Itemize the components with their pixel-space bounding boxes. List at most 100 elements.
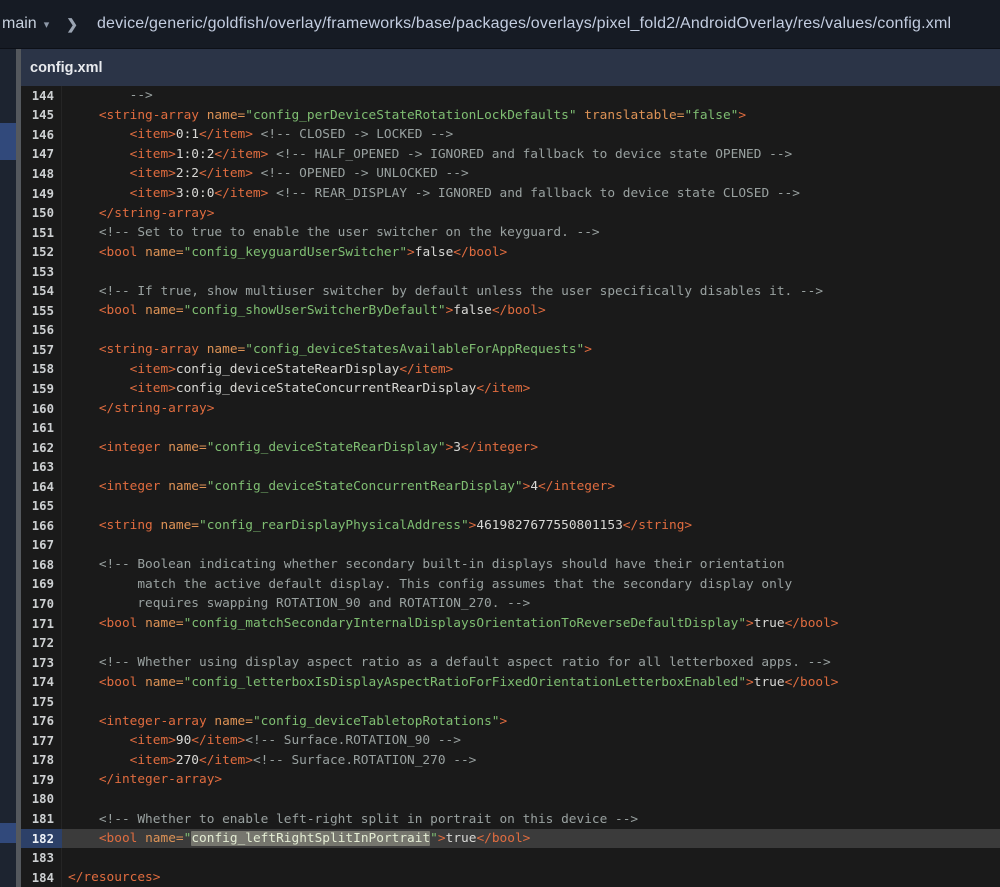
line-number[interactable]: 179 [21,770,62,790]
line-number[interactable]: 167 [21,536,62,556]
code-line: 171 <bool name="config_matchSecondaryInt… [21,614,1000,634]
code-text: <!-- Boolean indicating whether secondar… [62,555,785,575]
line-number[interactable]: 183 [21,848,62,868]
line-number[interactable]: 171 [21,614,62,634]
code-text [62,457,68,477]
code-line: 166 <string name="config_rearDisplayPhys… [21,516,1000,536]
code-text: <item>0:1</item> <!-- CLOSED -> LOCKED -… [62,125,453,145]
code-text: <!-- If true, show multiuser switcher by… [62,281,823,301]
line-number[interactable]: 174 [21,672,62,692]
code-line: 183 [21,848,1000,868]
line-number[interactable]: 161 [21,418,62,438]
line-number[interactable]: 164 [21,477,62,497]
scrollbar-rail[interactable] [16,48,21,887]
line-number[interactable]: 146 [21,125,62,145]
code-text [62,496,68,516]
line-number[interactable]: 175 [21,692,62,712]
line-number[interactable]: 154 [21,281,62,301]
code-text: match the active default display. This c… [62,575,792,595]
line-number[interactable]: 155 [21,301,62,321]
line-number[interactable]: 147 [21,145,62,165]
line-number[interactable]: 180 [21,790,62,810]
line-number[interactable]: 170 [21,594,62,614]
code-line: 144 --> [21,86,1000,106]
overview-strip [0,48,16,887]
code-line: 177 <item>90</item><!-- Surface.ROTATION… [21,731,1000,751]
search-match-highlight: config_leftRightSplitInPortrait [191,831,430,846]
code-text: </integer-array> [62,770,222,790]
code-line: 169 match the active default display. Th… [21,575,1000,595]
code-text [62,848,68,868]
code-text [62,321,68,341]
code-line: 149 <item>3:0:0</item> <!-- REAR_DISPLAY… [21,184,1000,204]
line-number[interactable]: 172 [21,633,62,653]
branch-caret-icon: ▾ [44,18,50,31]
code-text [62,633,68,653]
code-line: 148 <item>2:2</item> <!-- OPENED -> UNLO… [21,164,1000,184]
line-number[interactable]: 145 [21,106,62,126]
code-line: 165 [21,496,1000,516]
line-number[interactable]: 152 [21,242,62,262]
line-number[interactable]: 177 [21,731,62,751]
code-line: 164 <integer name="config_deviceStateCon… [21,477,1000,497]
line-number[interactable]: 151 [21,223,62,243]
line-number[interactable]: 150 [21,203,62,223]
code-line: 161 [21,418,1000,438]
code-line: 157 <string-array name="config_deviceSta… [21,340,1000,360]
line-number[interactable]: 149 [21,184,62,204]
code-line: 175 [21,692,1000,712]
scroll-marker [0,123,16,160]
line-number[interactable]: 157 [21,340,62,360]
line-number[interactable]: 178 [21,751,62,771]
code-line: 170 requires swapping ROTATION_90 and RO… [21,594,1000,614]
line-number[interactable]: 176 [21,712,62,732]
code-text: <item>config_deviceStateRearDisplay</ite… [62,360,453,380]
line-number[interactable]: 168 [21,555,62,575]
code-text: <bool name="config_showUserSwitcherByDef… [62,301,546,321]
code-line: 158 <item>config_deviceStateRearDisplay<… [21,360,1000,380]
code-line: 145 <string-array name="config_perDevice… [21,106,1000,126]
line-number[interactable]: 153 [21,262,62,282]
code-text: </string-array> [62,399,214,419]
line-number[interactable]: 163 [21,457,62,477]
code-line: 151 <!-- Set to true to enable the user … [21,223,1000,243]
breadcrumb-chevron-icon: ❯ [66,16,78,33]
code-text: </resources> [62,868,160,887]
code-line: 146 <item>0:1</item> <!-- CLOSED -> LOCK… [21,125,1000,145]
code-line: 184</resources> [21,868,1000,887]
line-number[interactable]: 156 [21,321,62,341]
code-text: <string-array name="config_perDeviceStat… [62,106,746,126]
breadcrumb: main ▾ ❯ device/generic/goldfish/overlay… [0,0,1000,49]
code-text: <bool name="config_leftRightSplitInPortr… [62,829,530,849]
branch-selector[interactable]: main ▾ [2,15,49,33]
line-number[interactable]: 169 [21,575,62,595]
code-line: 167 [21,536,1000,556]
code-line: 168 <!-- Boolean indicating whether seco… [21,555,1000,575]
code-text: <item>90</item><!-- Surface.ROTATION_90 … [62,731,461,751]
line-number[interactable]: 160 [21,399,62,419]
code-line: 152 <bool name="config_keyguardUserSwitc… [21,242,1000,262]
line-number[interactable]: 162 [21,438,62,458]
line-number[interactable]: 184 [21,868,62,887]
line-number[interactable]: 182 [21,829,62,849]
breadcrumb-path[interactable]: device/generic/goldfish/overlay/framewor… [97,15,951,33]
code-line: 163 [21,457,1000,477]
line-number[interactable]: 148 [21,164,62,184]
code-text: <integer name="config_deviceStateConcurr… [62,477,615,497]
code-text: <item>2:2</item> <!-- OPENED -> UNLOCKED… [62,164,469,184]
code-line: 160 </string-array> [21,399,1000,419]
code-line: 155 <bool name="config_showUserSwitcherB… [21,301,1000,321]
line-number[interactable]: 165 [21,496,62,516]
line-number[interactable]: 173 [21,653,62,673]
code-text: <bool name="config_keyguardUserSwitcher"… [62,242,507,262]
code-line: 173 <!-- Whether using display aspect ra… [21,653,1000,673]
code-line: 153 [21,262,1000,282]
line-number[interactable]: 181 [21,809,62,829]
code-area[interactable]: 144 -->145 <string-array name="config_pe… [21,86,1000,887]
code-text: <bool name="config_letterboxIsDisplayAsp… [62,672,839,692]
line-number[interactable]: 158 [21,360,62,380]
line-number[interactable]: 159 [21,379,62,399]
code-text: requires swapping ROTATION_90 and ROTATI… [62,594,530,614]
line-number[interactable]: 166 [21,516,62,536]
line-number[interactable]: 144 [21,86,62,106]
